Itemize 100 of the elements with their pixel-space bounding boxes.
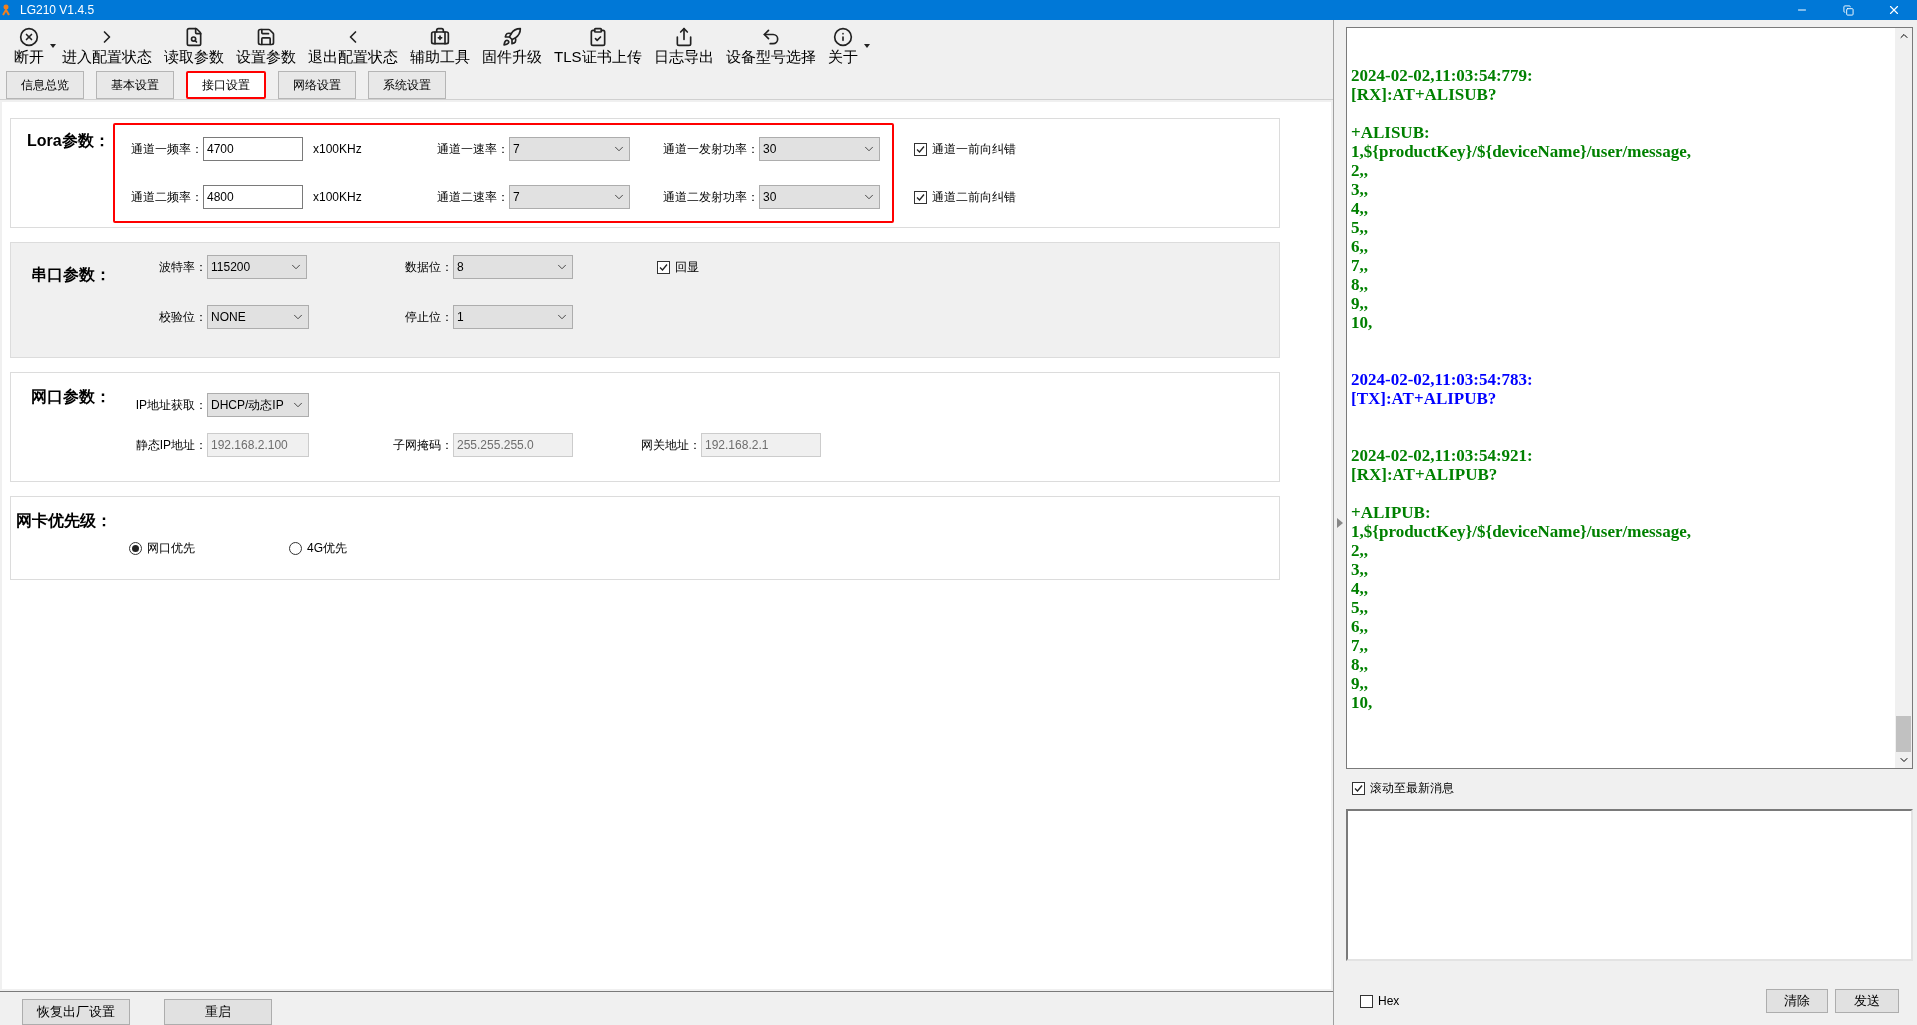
toolbar-button[interactable]: 进入配置状态: [56, 27, 158, 68]
close-icon: [1887, 3, 1901, 17]
log-line: 8,,: [1351, 655, 1368, 674]
restore-icon: [1842, 4, 1854, 16]
action-button[interactable]: 发送: [1835, 989, 1899, 1013]
dropdown-caret-icon[interactable]: [50, 44, 56, 48]
toolbar-button[interactable]: 辅助工具: [404, 27, 476, 68]
field-label: 通道二发射功率：: [662, 189, 759, 206]
toolbar-button[interactable]: TLS证书上传: [548, 27, 648, 68]
log-line: 7,,: [1351, 256, 1368, 275]
action-button[interactable]: 恢复出厂设置: [22, 999, 130, 1025]
toolbar-button[interactable]: 设备型号选择: [719, 27, 822, 68]
log-line: +ALISUB:: [1351, 123, 1430, 142]
frequency-field[interactable]: 4700: [203, 137, 303, 161]
unit-label: x100KHz: [313, 141, 363, 158]
group-title: 串口参数：: [31, 265, 111, 285]
rate-select[interactable]: 7: [509, 185, 630, 209]
field-label: 数据位：: [404, 259, 453, 276]
log-line: 2,,: [1351, 161, 1368, 180]
radio-button[interactable]: [129, 541, 142, 555]
field-label: 通道二速率：: [436, 189, 509, 206]
log-line: [RX]:AT+ALISUB?: [1351, 85, 1497, 104]
toolbar-button[interactable]: 日志导出: [647, 27, 720, 68]
tab[interactable]: 接口设置: [186, 71, 266, 99]
log-line: 2,,: [1351, 541, 1368, 560]
field-label: 通道一频率：: [130, 141, 203, 158]
dropdown-caret-icon[interactable]: [863, 44, 870, 48]
group-title: 网卡优先级：: [16, 511, 113, 531]
field-label: 静态IP地址：: [134, 437, 207, 454]
log-line: 2024-02-02,11:03:54:783:: [1351, 370, 1533, 389]
toolbar-button[interactable]: 退出配置状态: [302, 27, 404, 68]
log-line: 6,,: [1351, 237, 1368, 256]
log-line: 8,,: [1351, 275, 1368, 294]
toolbar-button[interactable]: 关于: [821, 27, 864, 68]
checkbox[interactable]: [914, 142, 927, 156]
power-select[interactable]: 30: [759, 137, 880, 161]
field-label: 通道一速率：: [436, 141, 509, 158]
checkbox-label: 通道二前向纠错: [932, 189, 1016, 206]
tab[interactable]: 系统设置: [368, 71, 446, 99]
baud-rate-select[interactable]: 115200: [207, 255, 307, 279]
log-line: [TX]:AT+ALIPUB?: [1351, 389, 1497, 408]
checkbox[interactable]: [1360, 994, 1373, 1008]
checkbox-label: 通道一前向纠错: [932, 141, 1016, 158]
static-ip-field[interactable]: 192.168.2.100: [207, 433, 309, 457]
log-line: 9,,: [1351, 674, 1368, 693]
field-label: IP地址获取：: [134, 397, 207, 414]
power-select[interactable]: 30: [759, 185, 880, 209]
tab[interactable]: 基本设置: [96, 71, 174, 99]
scrollbar-thumb[interactable]: [1896, 716, 1911, 752]
undo-arrow-icon: [760, 27, 781, 47]
send-input[interactable]: [1346, 809, 1913, 961]
log-line: 7,,: [1351, 636, 1368, 655]
disconnect-icon: [19, 27, 39, 47]
tab[interactable]: 信息总览: [6, 71, 84, 99]
log-line: 10,: [1351, 313, 1373, 332]
subnet-mask-field[interactable]: 255.255.255.0: [453, 433, 573, 457]
log-line: [RX]:AT+ALIPUB?: [1351, 465, 1498, 484]
tab[interactable]: 网络设置: [278, 71, 356, 99]
checkbox[interactable]: [657, 260, 670, 274]
log-line: 4,,: [1351, 579, 1368, 598]
stop-bits-select[interactable]: 1: [453, 305, 573, 329]
action-button[interactable]: 重启: [164, 999, 272, 1025]
field-label: 通道一发射功率：: [662, 141, 759, 158]
rate-select[interactable]: 7: [509, 137, 630, 161]
toolbar-button[interactable]: 读取参数: [158, 27, 230, 68]
field-label: 波特率：: [158, 259, 207, 276]
data-bits-select[interactable]: 8: [453, 255, 573, 279]
checkbox-label: Hex: [1378, 993, 1400, 1010]
toolbox-icon: [430, 27, 450, 47]
toolbar-button[interactable]: 固件升级: [476, 27, 548, 68]
log-line: 6,,: [1351, 617, 1368, 636]
log-line: 4,,: [1351, 199, 1368, 218]
checkbox-label: 滚动至最新消息: [1370, 780, 1454, 797]
toolbar-button[interactable]: 设置参数: [230, 27, 302, 68]
checkbox-label: 回显: [675, 259, 699, 276]
scrollbar[interactable]: [1895, 28, 1912, 768]
log-line: 9,,: [1351, 294, 1368, 313]
log-line: 5,,: [1351, 218, 1368, 237]
radio-label: 4G优先: [307, 540, 347, 557]
field-label: 子网掩码：: [392, 437, 453, 454]
info-icon: [832, 27, 853, 47]
frequency-field[interactable]: 4800: [203, 185, 303, 209]
parity-select[interactable]: NONE: [207, 305, 309, 329]
gateway-field[interactable]: 192.168.2.1: [701, 433, 821, 457]
rocket-icon: [502, 27, 522, 47]
action-button[interactable]: 清除: [1766, 989, 1828, 1013]
toolbar-button[interactable]: 断开: [8, 27, 50, 68]
log-line: 3,,: [1351, 180, 1368, 199]
group-title: 网口参数：: [31, 387, 111, 407]
log-line: 2024-02-02,11:03:54:779:: [1351, 66, 1533, 85]
ip-mode-select[interactable]: DHCP/动态IP: [207, 393, 309, 417]
field-label: 通道二频率：: [130, 189, 203, 206]
log-line: 5,,: [1351, 598, 1368, 617]
window-title: LG210 V1.4.5: [20, 2, 95, 19]
radio-button[interactable]: [289, 541, 302, 555]
log-line: 3,,: [1351, 560, 1368, 579]
log-line: 1,${productKey}/${deviceName}/user/message,: [1351, 142, 1691, 161]
checkbox[interactable]: [914, 190, 927, 204]
checkbox[interactable]: [1352, 781, 1365, 795]
log-line: +ALIPUB:: [1351, 503, 1431, 522]
